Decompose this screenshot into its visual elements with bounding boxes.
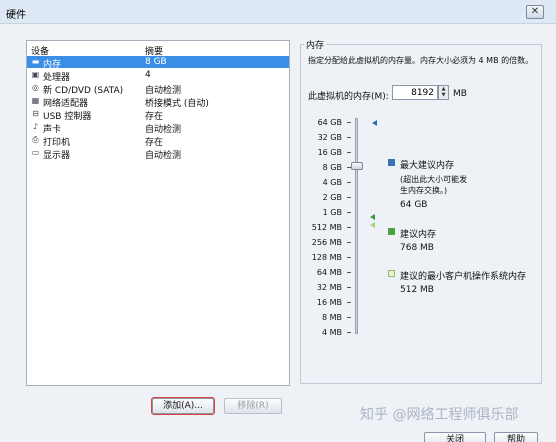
scale-tick — [347, 242, 351, 243]
scale-label: 32 GB — [317, 133, 342, 142]
scale-label: 64 GB — [317, 118, 342, 127]
memory-spinner[interactable]: ▲ ▼ — [438, 85, 449, 100]
title-bar: 硬件 ✕ — [0, 0, 556, 24]
scale-label: 64 MB — [316, 268, 342, 277]
scale-tick — [347, 332, 351, 333]
scale-label: 4 GB — [322, 178, 342, 187]
memory-section-title: 内存 — [304, 38, 327, 51]
legend-min-guest-value: 512 MB — [400, 285, 434, 295]
scale-label: 256 MB — [311, 238, 342, 247]
device-row-network-adapter[interactable]: ▦ 网络适配器 桥接模式 (自动) — [27, 95, 289, 109]
max-recommended-marker — [372, 120, 377, 126]
memory-unit: MB — [453, 89, 467, 99]
memory-slider-thumb[interactable] — [351, 162, 363, 170]
scale-label: 16 GB — [317, 148, 342, 157]
help-button[interactable]: 帮助 — [494, 432, 538, 442]
scale-tick — [347, 227, 351, 228]
legend-max-value: 64 GB — [400, 200, 428, 210]
scale-tick — [347, 197, 351, 198]
watermark: 知乎 @网络工程师俱乐部 — [360, 407, 519, 423]
close-button[interactable]: ✕ — [526, 5, 544, 19]
legend-min-guest-label: 建议的最小客户机操作系统内存 — [400, 272, 527, 282]
spin-down-icon[interactable]: ▼ — [439, 92, 448, 98]
memory-input[interactable] — [392, 85, 438, 100]
memory-description: 指定分配给此虚拟机的内存量。内存大小必须为 4 MB 的倍数。 — [308, 56, 534, 65]
scale-label: 2 GB — [322, 193, 342, 202]
scale-tick — [347, 122, 351, 123]
device-summary: 8 GB — [145, 57, 167, 67]
add-device-button[interactable]: 添加(A)... — [151, 397, 215, 415]
min-guest-marker — [370, 222, 375, 228]
recommended-marker — [370, 214, 375, 220]
device-name: 显示器 — [43, 151, 71, 161]
scale-label: 16 MB — [316, 298, 342, 307]
device-row-usb-controller[interactable]: ⊟ USB 控制器 存在 — [27, 108, 289, 122]
device-row-processor[interactable]: ▣ 处理器 4 — [27, 69, 289, 83]
cd-dvd-icon: ◎ — [32, 83, 39, 92]
device-row-display[interactable]: ▭ 显示器 自动检测 — [27, 147, 289, 161]
device-list: 设备 摘要 ▬ 内存 8 GB ▣ 处理器 4 ◎ 新 CD/DVD (SATA… — [26, 40, 290, 386]
remove-device-button[interactable]: 移除(R) — [224, 398, 282, 414]
scale-label: 128 MB — [311, 253, 342, 262]
memory-slider-track[interactable] — [355, 118, 358, 334]
memory-input-label: 此虚拟机的内存(M): — [308, 92, 389, 102]
device-row-sound-card[interactable]: ♪ 声卡 自动检测 — [27, 121, 289, 135]
close-dialog-button[interactable]: 关闭 — [424, 432, 486, 442]
legend-max-label: 最大建议内存 — [400, 161, 455, 171]
display-icon: ▭ — [31, 148, 40, 157]
window-title: 硬件 — [6, 10, 26, 21]
legend-recommended-swatch — [388, 228, 395, 235]
scale-tick — [347, 287, 351, 288]
printer-icon: ⎙ — [32, 135, 39, 144]
scale-tick — [347, 212, 351, 213]
memory-icon: ▬ — [31, 57, 40, 66]
scale-tick — [347, 302, 351, 303]
scale-label: 1 GB — [322, 208, 342, 217]
scale-tick — [347, 152, 351, 153]
network-adapter-icon: ▦ — [31, 96, 40, 105]
usb-icon: ⊟ — [32, 109, 39, 118]
legend-min-guest-swatch — [388, 270, 395, 277]
scale-tick — [347, 317, 351, 318]
device-list-header: 设备 摘要 — [27, 41, 289, 57]
scale-label: 512 MB — [311, 223, 342, 232]
scale-label: 8 GB — [322, 163, 342, 172]
legend-max-swatch — [388, 159, 395, 166]
device-row-cd-dvd[interactable]: ◎ 新 CD/DVD (SATA) 自动检测 — [27, 82, 289, 96]
device-summary: 自动检测 — [145, 151, 182, 161]
legend-recommended-label: 建议内存 — [400, 230, 437, 240]
scale-label: 8 MB — [321, 313, 342, 322]
device-summary: 4 — [145, 70, 151, 80]
sound-card-icon: ♪ — [32, 122, 39, 131]
processor-icon: ▣ — [31, 70, 40, 79]
scale-label: 4 MB — [321, 328, 342, 337]
legend-max-note: (超出此大小可能发生内存交换。) — [400, 175, 468, 195]
device-row-memory[interactable]: ▬ 内存 8 GB — [27, 56, 289, 70]
legend-recommended-value: 768 MB — [400, 243, 434, 253]
scale-tick — [347, 257, 351, 258]
scale-tick — [347, 137, 351, 138]
scale-tick — [347, 272, 351, 273]
scale-label: 32 MB — [316, 283, 342, 292]
close-icon: ✕ — [530, 6, 540, 17]
scale-tick — [347, 182, 351, 183]
device-row-printer[interactable]: ⎙ 打印机 存在 — [27, 134, 289, 148]
